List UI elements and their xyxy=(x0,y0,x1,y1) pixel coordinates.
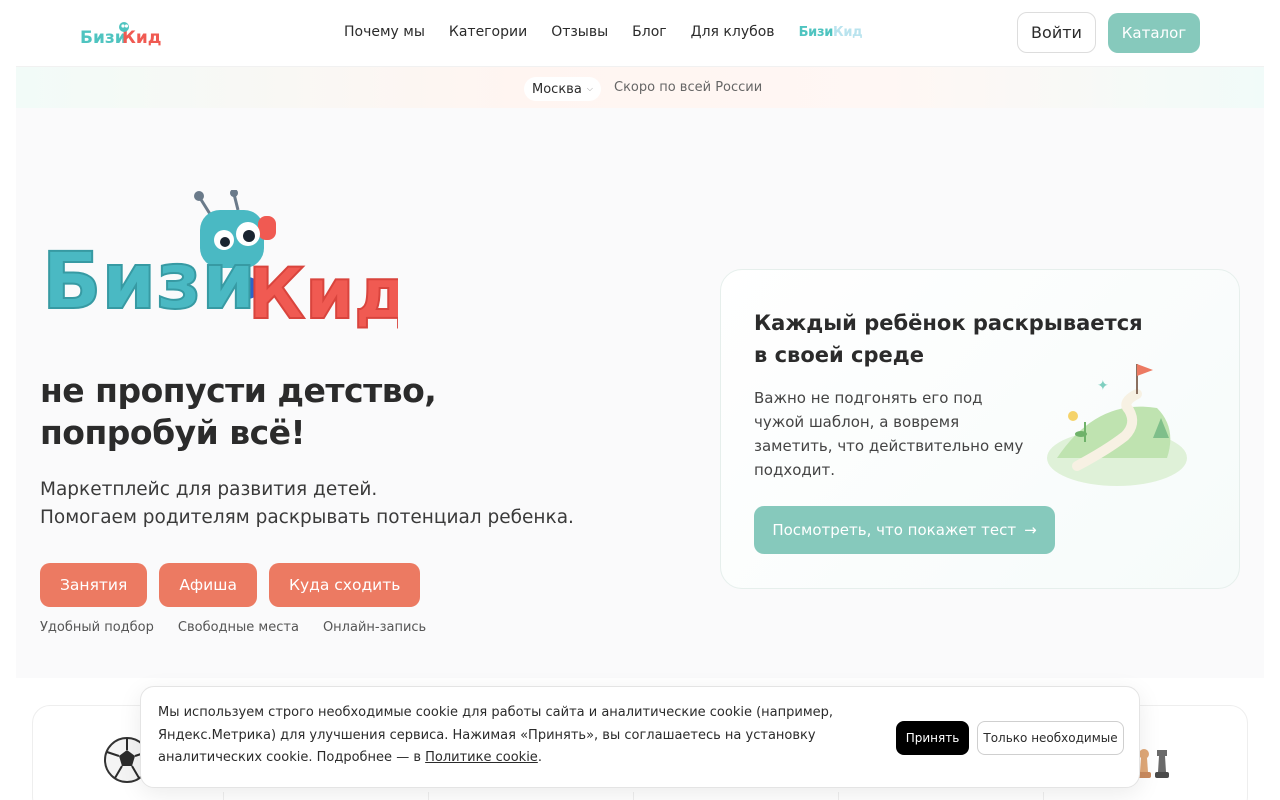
brand-logo[interactable]: Бизи Кид xyxy=(80,18,162,48)
subtitle-line-2: Помогаем родителям раскрывать потенциал … xyxy=(40,507,574,528)
nav-blog[interactable]: Блог xyxy=(632,22,666,42)
accept-cookies-button[interactable]: Принять xyxy=(896,721,969,755)
svg-text:Кид: Кид xyxy=(248,253,398,330)
test-card-text: Важно не подгонять его под чужой шаблон,… xyxy=(754,389,1024,479)
nav-why-us[interactable]: Почему мы xyxy=(344,22,425,42)
view-test-button-label: Посмотреть, что покажет тест xyxy=(772,521,1017,539)
hero-features: Удобный подбор Свободные места Онлайн-за… xyxy=(40,620,426,635)
main-nav: Почему мы Категории Отзывы Блог Для клуб… xyxy=(344,22,863,42)
nav-brand-logo[interactable]: БизиКид xyxy=(799,25,863,40)
category-divider xyxy=(1043,792,1044,800)
hero-headline: не пропусти детство, попробуй всё! xyxy=(40,370,460,454)
events-button[interactable]: Афиша xyxy=(159,563,257,607)
category-divider xyxy=(633,792,634,800)
chevron-down-icon: ⌵ xyxy=(586,84,593,93)
svg-text:Бизи: Бизи xyxy=(80,28,127,48)
nav-logo-main: Бизи xyxy=(798,24,834,40)
hero-subtitle: Маркетплейс для развития детей. Помогаем… xyxy=(40,476,600,532)
feature-item: Удобный подбор xyxy=(40,620,154,635)
svg-text:Бизи: Бизи xyxy=(42,237,256,327)
category-divider xyxy=(428,792,429,800)
cookie-policy-link[interactable]: Политике cookie xyxy=(425,750,538,765)
svg-text:✦: ✦ xyxy=(1097,378,1109,394)
where-to-go-button[interactable]: Куда сходить xyxy=(268,563,421,607)
test-card-title-line-1: Каждый ребёнок раскрывается xyxy=(754,311,1143,335)
necessary-only-button[interactable]: Только необходимые xyxy=(977,721,1124,755)
city-select[interactable]: Москва ⌵ xyxy=(524,77,601,101)
cookie-message-end: . xyxy=(537,750,542,765)
nav-for-clubs[interactable]: Для клубов xyxy=(691,22,775,42)
hero-logo: Бизи Кид xyxy=(42,190,398,330)
city-note: Скоро по всей России xyxy=(614,80,763,95)
hero-section: Бизи Кид не пропусти детство, попробуй в… xyxy=(16,108,1264,678)
headline-line-1: не пропусти детство, xyxy=(40,371,437,410)
test-card-title-line-2: в своей среде xyxy=(754,343,924,367)
cookie-text: Мы используем строго необходимые cookie … xyxy=(158,702,888,770)
path-hill-illustration: ✦ xyxy=(1047,364,1187,486)
city-select-label: Москва xyxy=(532,81,582,97)
city-bar: Москва ⌵ Скоро по всей России xyxy=(16,66,1264,108)
svg-text:Кид: Кид xyxy=(122,28,162,48)
subtitle-line-1: Маркетплейс для развития детей. xyxy=(40,479,378,500)
feature-item: Онлайн-запись xyxy=(322,620,427,635)
test-card: Каждый ребёнок раскрывается в своей сред… xyxy=(720,269,1240,589)
nav-logo-tail: Кид xyxy=(833,24,863,40)
cookie-banner: Мы используем строго необходимые cookie … xyxy=(140,686,1140,788)
hero-cta-row: Занятия Афиша Куда сходить xyxy=(40,563,421,607)
view-test-button[interactable]: Посмотреть, что покажет тест → xyxy=(754,506,1055,554)
arrow-right-icon: → xyxy=(1024,521,1037,539)
classes-button[interactable]: Занятия xyxy=(40,563,148,607)
category-divider xyxy=(838,792,839,800)
nav-categories[interactable]: Категории xyxy=(449,22,527,42)
nav-reviews[interactable]: Отзывы xyxy=(551,22,608,42)
catalog-button[interactable]: Каталог xyxy=(1108,13,1200,53)
headline-line-2: попробуй всё! xyxy=(40,413,306,452)
category-divider xyxy=(223,792,224,800)
feature-item: Свободные места xyxy=(177,620,299,635)
site-header: Бизи Кид Почему мы Категории Отзывы Блог… xyxy=(0,0,1280,66)
login-button[interactable]: Войти xyxy=(1017,12,1096,53)
